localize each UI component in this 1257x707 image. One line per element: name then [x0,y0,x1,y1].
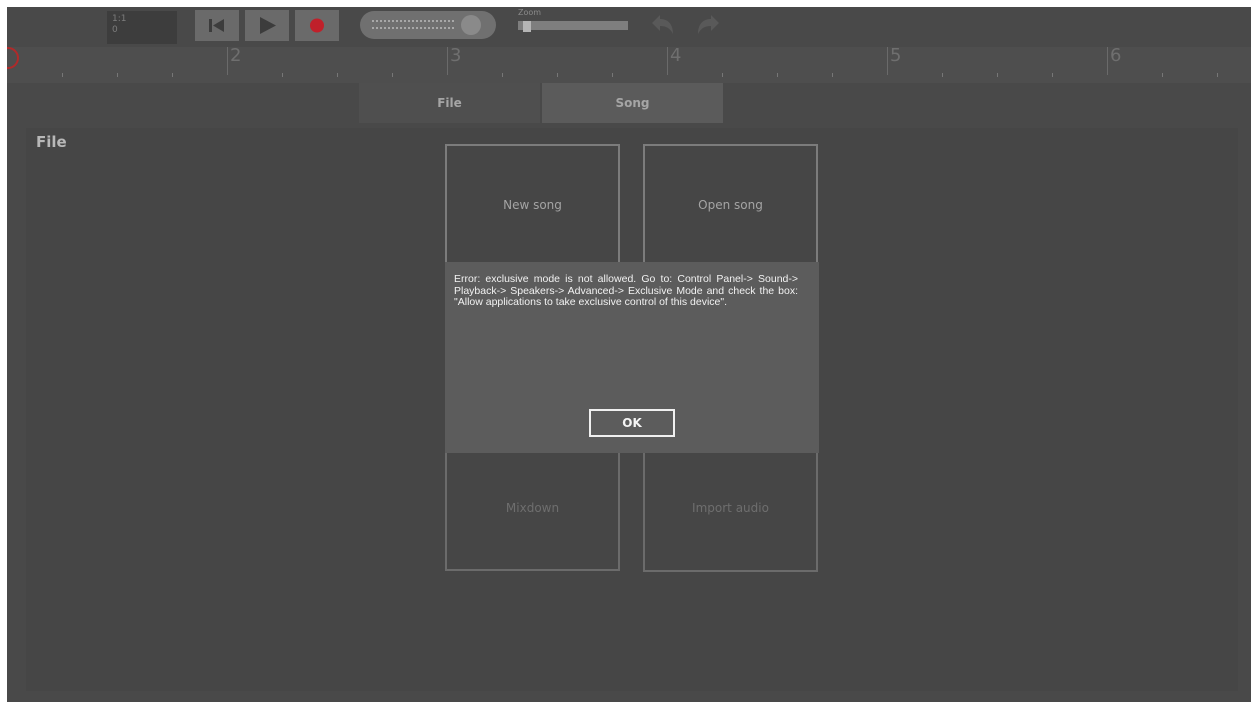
open-song-button[interactable]: Open song [643,144,818,266]
panel-title: File [36,133,67,151]
app-window: 1:1 0 Zoom 2 3 4 5 6 File Song File New … [7,7,1251,702]
ruler-tick [1052,73,1053,77]
play-button[interactable] [245,10,289,41]
ruler-tick [997,73,998,77]
tempo-slider-track [372,20,454,29]
ruler-bar-4: 4 [667,47,681,75]
ruler-tick [172,73,173,77]
ruler-tick [612,73,613,77]
ruler-bar-6: 6 [1107,47,1121,75]
ruler-tick [832,73,833,77]
tempo-slider[interactable] [360,11,496,39]
ruler-tick [337,73,338,77]
error-dialog: Error: exclusive mode is not allowed. Go… [445,262,819,453]
tab-song[interactable]: Song [542,83,723,123]
transport-toolbar: 1:1 0 Zoom [7,7,1251,47]
ruler-bar-5: 5 [887,47,901,75]
ruler-tick [722,73,723,77]
ok-button[interactable]: OK [589,409,675,437]
redo-icon[interactable] [694,10,724,40]
record-icon [310,18,324,33]
ruler-tick [117,73,118,77]
ruler-tick [392,73,393,77]
ruler-tick [282,73,283,77]
tempo-slider-knob[interactable] [461,15,481,35]
ruler-tick [777,73,778,77]
position-display: 1:1 0 [107,11,177,44]
mixdown-button[interactable]: Mixdown [445,444,620,571]
new-song-button[interactable]: New song [445,144,620,266]
skip-to-start-icon [209,19,224,32]
ruler-tick [557,73,558,77]
position-bar-beat: 1:1 [112,14,127,24]
record-button[interactable] [295,10,339,41]
ruler-tick [62,73,63,77]
rewind-button[interactable] [195,10,239,41]
import-audio-button[interactable]: Import audio [643,444,818,572]
ruler-bar-2: 2 [227,47,241,75]
tab-file[interactable]: File [359,83,540,123]
tab-bar: File Song [7,83,1251,123]
error-message: Error: exclusive mode is not allowed. Go… [454,273,798,308]
zoom-label: Zoom [518,8,542,17]
undo-icon[interactable] [647,10,677,40]
ruler-tick [1162,73,1163,77]
ruler-tick [942,73,943,77]
ruler-bar-3: 3 [447,47,461,75]
playhead-marker[interactable] [7,47,19,69]
zoom-slider-thumb[interactable] [523,21,531,32]
ruler-tick [502,73,503,77]
play-icon [260,17,276,34]
position-tick: 0 [112,25,118,35]
ruler-tick [1217,73,1218,77]
timeline-ruler[interactable]: 2 3 4 5 6 [7,47,1251,83]
zoom-slider[interactable] [518,21,628,30]
